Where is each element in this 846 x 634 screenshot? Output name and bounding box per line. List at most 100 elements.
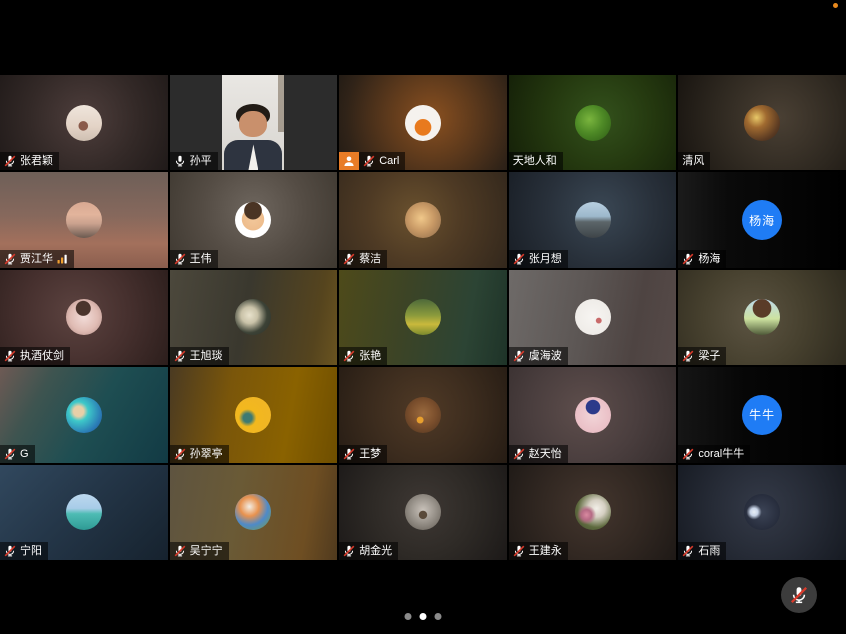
participant-tile[interactable]: 牛牛coral牛牛 — [678, 367, 846, 462]
participant-name: 杨海 — [698, 250, 720, 268]
avatar — [575, 202, 611, 238]
mic-muted-icon — [4, 253, 16, 265]
mic-on-icon — [174, 155, 186, 167]
pagination-dot[interactable] — [420, 613, 427, 620]
participant-tile[interactable]: 张君颖 — [0, 75, 168, 170]
mic-toggle-button[interactable] — [781, 577, 817, 613]
participant-tile[interactable]: 孙翠亭 — [170, 367, 338, 462]
mic-muted-icon — [682, 545, 694, 557]
mic-muted-icon — [343, 448, 355, 460]
name-bar: 王伟 — [170, 250, 218, 268]
name-bar: 胡金光 — [339, 542, 398, 560]
participant-label: 张月想 — [509, 250, 568, 268]
name-bar: 杨海 — [678, 250, 726, 268]
mic-muted-icon — [682, 253, 694, 265]
name-bar: 赵天怡 — [509, 445, 568, 463]
participant-label: 王梦 — [339, 445, 387, 463]
participant-label: 王旭琰 — [170, 347, 229, 365]
participant-label: 贾江华 — [0, 250, 74, 268]
mic-muted-icon — [4, 545, 16, 557]
name-bar: coral牛牛 — [678, 445, 750, 463]
avatar — [744, 494, 780, 530]
participant-label: G — [0, 445, 35, 463]
participant-name: 孙翠亭 — [190, 445, 223, 463]
pagination-dot[interactable] — [435, 613, 442, 620]
mic-muted-icon — [343, 253, 355, 265]
name-bar: 蔡洁 — [339, 250, 387, 268]
mic-muted-icon — [682, 448, 694, 460]
participant-tile[interactable]: 石雨 — [678, 465, 846, 560]
participant-name: 王建永 — [529, 542, 562, 560]
participant-tile[interactable]: 张月想 — [509, 172, 677, 267]
avatar — [66, 397, 102, 433]
mic-muted-icon — [174, 545, 186, 557]
participant-tile[interactable]: 杨海杨海 — [678, 172, 846, 267]
participant-tile[interactable]: G — [0, 367, 168, 462]
participant-name: 张月想 — [529, 250, 562, 268]
participant-tile[interactable]: 天地人和 — [509, 75, 677, 170]
participant-tile[interactable]: Carl — [339, 75, 507, 170]
participant-label: 清风 — [678, 152, 710, 170]
avatar — [66, 202, 102, 238]
person-face — [239, 111, 267, 137]
avatar — [405, 299, 441, 335]
participant-tile[interactable]: 张艳 — [339, 270, 507, 365]
participant-tile[interactable]: 王梦 — [339, 367, 507, 462]
participant-label: 孙翠亭 — [170, 445, 229, 463]
name-bar: G — [0, 445, 35, 463]
mic-muted-icon — [4, 350, 16, 362]
participant-tile[interactable]: 赵天怡 — [509, 367, 677, 462]
participant-label: 胡金光 — [339, 542, 398, 560]
mic-muted-icon — [343, 545, 355, 557]
participant-tile[interactable]: 王伟 — [170, 172, 338, 267]
participant-tile[interactable]: 蔡洁 — [339, 172, 507, 267]
participant-name: 贾江华 — [20, 250, 53, 268]
pagination — [405, 613, 442, 620]
participant-tile[interactable]: 王建永 — [509, 465, 677, 560]
participant-tile[interactable]: 孙平 — [170, 75, 338, 170]
participant-name: 蔡洁 — [359, 250, 381, 268]
participant-tile[interactable]: 胡金光 — [339, 465, 507, 560]
participant-label: 天地人和 — [509, 152, 563, 170]
mic-muted-icon — [363, 155, 375, 167]
participant-label: 虞海波 — [509, 347, 568, 365]
name-bar: 孙平 — [170, 152, 218, 170]
name-bar: 虞海波 — [509, 347, 568, 365]
participant-tile[interactable]: 梁子 — [678, 270, 846, 365]
participant-tile[interactable]: 王旭琰 — [170, 270, 338, 365]
participant-tile[interactable]: 宁阳 — [0, 465, 168, 560]
participant-name: 张君颖 — [20, 152, 53, 170]
participant-name: 张艳 — [359, 347, 381, 365]
avatar — [66, 494, 102, 530]
avatar: 杨海 — [742, 200, 782, 240]
name-bar: 贾江华 — [0, 250, 74, 268]
participant-tile[interactable]: 贾江华 — [0, 172, 168, 267]
participant-label: 孙平 — [170, 152, 218, 170]
name-bar: 吴宁宁 — [170, 542, 229, 560]
participant-tile[interactable]: 虞海波 — [509, 270, 677, 365]
participant-tile[interactable]: 吴宁宁 — [170, 465, 338, 560]
name-bar: 执酒仗剑 — [0, 347, 70, 365]
participant-label: 吴宁宁 — [170, 542, 229, 560]
user-badge — [339, 152, 359, 170]
participant-tile[interactable]: 清风 — [678, 75, 846, 170]
avatar — [575, 299, 611, 335]
name-bar: 王建永 — [509, 542, 568, 560]
network-signal-icon — [57, 254, 68, 264]
name-bar: 宁阳 — [0, 542, 48, 560]
mic-muted-icon — [4, 155, 16, 167]
name-bar: 王梦 — [339, 445, 387, 463]
meeting-window: 张君颖孙平Carl天地人和清风贾江华王伟蔡洁张月想杨海杨海执酒仗剑王旭琰张艳虞海… — [0, 0, 846, 634]
video-person — [222, 75, 284, 170]
participant-grid: 张君颖孙平Carl天地人和清风贾江华王伟蔡洁张月想杨海杨海执酒仗剑王旭琰张艳虞海… — [0, 75, 846, 560]
participant-label: 杨海 — [678, 250, 726, 268]
participant-name: 王旭琰 — [190, 347, 223, 365]
participant-tile[interactable]: 执酒仗剑 — [0, 270, 168, 365]
participant-name: 清风 — [682, 152, 704, 170]
participant-name: Carl — [379, 152, 399, 170]
participant-label: 梁子 — [678, 347, 726, 365]
mic-muted-icon — [343, 350, 355, 362]
participant-label: 赵天怡 — [509, 445, 568, 463]
pagination-dot[interactable] — [405, 613, 412, 620]
participant-label: 宁阳 — [0, 542, 48, 560]
